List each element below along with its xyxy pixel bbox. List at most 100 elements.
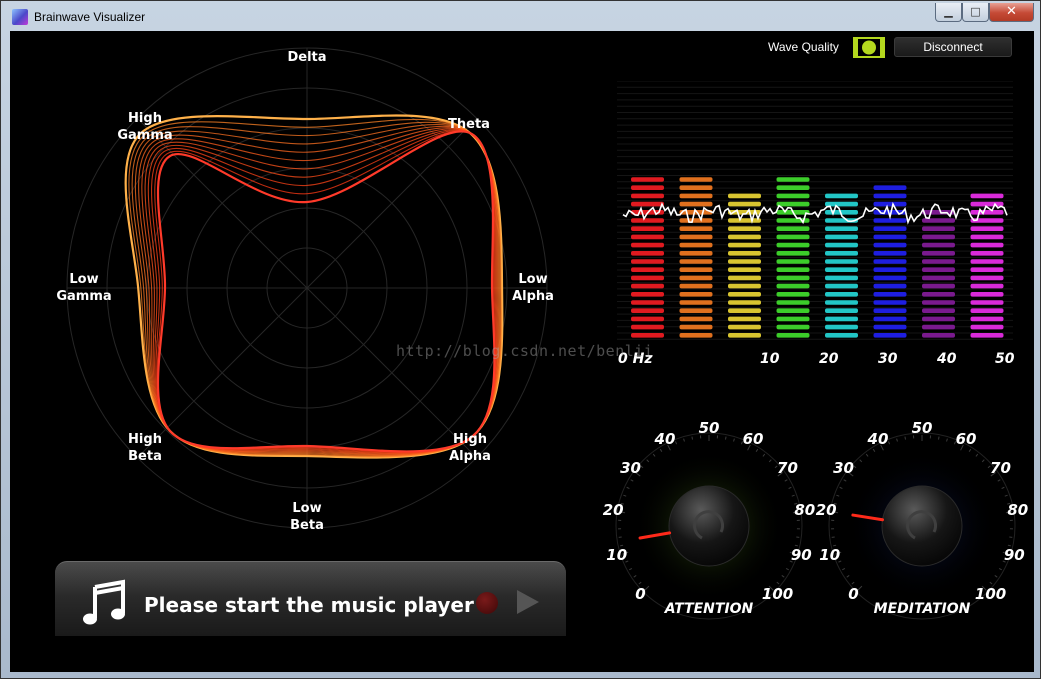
spectrum-bar-segment bbox=[679, 185, 713, 190]
spectrum-bar-segment bbox=[631, 259, 664, 264]
spectrum-bar-segment bbox=[825, 275, 858, 281]
spectrum-bar-segment bbox=[776, 333, 810, 338]
freq-label-20: 20 bbox=[819, 351, 839, 367]
radar-label-high-beta: High Beta bbox=[100, 431, 190, 465]
spectrum-bar-segment bbox=[873, 185, 907, 190]
spectrum-bar-7 bbox=[922, 210, 955, 338]
spectrum-bar-segment bbox=[728, 201, 761, 207]
attention-title: ATTENTION bbox=[664, 601, 754, 617]
spectrum-bar-segment bbox=[679, 226, 713, 231]
spectrum-bar-segment bbox=[679, 300, 713, 305]
meditation-tick-label: 50 bbox=[911, 419, 933, 437]
attention-tick-mark bbox=[781, 575, 785, 578]
play-button[interactable] bbox=[517, 590, 539, 614]
freq-label-40: 40 bbox=[937, 351, 957, 367]
spectrum-bar-segment bbox=[776, 267, 810, 272]
meditation-tick-mark bbox=[994, 575, 998, 578]
attention-tick-label: 60 bbox=[742, 429, 764, 448]
meditation-tick-mark bbox=[1004, 494, 1008, 497]
label-theta: Theta bbox=[448, 117, 490, 132]
spectrum-bar-segment bbox=[679, 292, 713, 297]
app-window: Brainwave Visualizer ▁ □ ✕ Delta Theta L… bbox=[0, 0, 1041, 679]
spectrum-bar-segment bbox=[728, 193, 761, 199]
spectrum-bar-segment bbox=[776, 226, 810, 231]
spectrum-bar-segment bbox=[679, 259, 713, 264]
spectrum-bar-segment bbox=[922, 251, 955, 256]
spectrum-bar-segment bbox=[825, 316, 858, 322]
attention-tick-mark bbox=[683, 438, 685, 442]
spectrum-bar-segment bbox=[825, 308, 858, 313]
radar-label-high-alpha: High Alpha bbox=[425, 431, 515, 465]
label-beta: Beta bbox=[290, 518, 324, 533]
meditation-tick-mark bbox=[937, 436, 940, 440]
spectrum-bar-segment bbox=[873, 267, 907, 272]
spectrum-bar-segment bbox=[970, 193, 1004, 199]
spectrum-bar-segment bbox=[631, 333, 664, 338]
spectrum-bar-segment bbox=[873, 259, 907, 264]
attention-knob bbox=[668, 485, 750, 567]
wave-quality-label: Wave Quality bbox=[768, 40, 839, 54]
spectrum-bar-segment bbox=[631, 242, 664, 248]
title-bar[interactable]: Brainwave Visualizer ▁ □ ✕ bbox=[1, 1, 1041, 31]
spectrum-bar-segment bbox=[970, 226, 1004, 231]
spectrum-bar-segment bbox=[728, 259, 761, 264]
signal-quality-icon bbox=[853, 37, 885, 58]
attention-tick-label: 0 bbox=[635, 584, 646, 603]
maximize-button[interactable]: □ bbox=[962, 3, 989, 22]
label-low: Low bbox=[69, 272, 99, 287]
spectrum-bar-segment bbox=[776, 193, 810, 199]
attention-tick-mark bbox=[785, 567, 789, 571]
music-note-icon bbox=[83, 579, 125, 625]
spectrum-bar-segment bbox=[776, 201, 810, 207]
spectrum-bar-segment bbox=[825, 234, 858, 240]
record-button[interactable] bbox=[476, 592, 498, 614]
meditation-tick-label: 10 bbox=[819, 545, 841, 564]
spectrum-bar-segment bbox=[873, 275, 907, 281]
label-alpha: Alpha bbox=[449, 449, 491, 464]
meditation-tick-mark bbox=[872, 448, 876, 452]
freq-label-50: 50 bbox=[995, 351, 1015, 367]
spectrum-bar-segment bbox=[922, 267, 955, 272]
spectrum-bar-segment bbox=[825, 333, 858, 338]
spectrum-bar-segment bbox=[970, 316, 1004, 322]
attention-tick-label: 40 bbox=[654, 429, 676, 448]
meditation-title: MEDITATION bbox=[873, 601, 971, 617]
minimize-button[interactable]: ▁ bbox=[935, 3, 962, 22]
radar-curve bbox=[156, 130, 496, 453]
spectrum-bar-segment bbox=[631, 251, 664, 256]
disconnect-button[interactable]: Disconnect bbox=[894, 37, 1012, 57]
attention-tick-label: 20 bbox=[602, 500, 624, 519]
attention-tick-mark bbox=[659, 448, 663, 452]
spectrum-bar-segment bbox=[873, 300, 907, 305]
spectrum-bar-segment bbox=[776, 324, 810, 330]
attention-tick-mark bbox=[652, 453, 656, 457]
spectrum-bar-segment bbox=[970, 308, 1004, 313]
spectrum-bar-segment bbox=[825, 292, 858, 297]
meditation-tick-label: 60 bbox=[955, 429, 977, 448]
meditation-tick-mark bbox=[904, 436, 907, 440]
attention-tick-mark bbox=[623, 494, 627, 497]
spectrum-bar-segment bbox=[631, 234, 664, 240]
meditation-gauge: 0 10 20 30 40 50 60 70 80 90 100 MEDITATION bbox=[816, 401, 1028, 641]
attention-tick-label: 30 bbox=[620, 458, 641, 477]
music-status-text: Please start the music player bbox=[144, 593, 474, 617]
spectrum-bar-segment bbox=[728, 292, 761, 297]
meditation-tick-mark bbox=[1001, 486, 1005, 489]
spectrum-bar-segment bbox=[922, 283, 955, 289]
spectrum-bar-segment bbox=[873, 316, 907, 322]
spectrum-bar-segment bbox=[631, 283, 664, 289]
meditation-tick-label: 20 bbox=[815, 500, 837, 519]
close-button[interactable]: ✕ bbox=[989, 3, 1034, 22]
spectrum-bar-segment bbox=[825, 324, 858, 330]
meditation-tick-mark bbox=[843, 479, 847, 482]
spectrum-bar-segment bbox=[776, 177, 810, 182]
spectrum-bar-segment bbox=[873, 193, 907, 199]
attention-tick-mark bbox=[762, 453, 766, 457]
spectrum-bar-segment bbox=[922, 226, 955, 231]
spectrum-bar-segment bbox=[922, 259, 955, 264]
attention-tick-mark bbox=[784, 479, 788, 482]
meditation-knob bbox=[881, 485, 963, 567]
attention-tick-label: 10 bbox=[606, 545, 628, 564]
spectrum-bar-segment bbox=[728, 324, 761, 330]
label-beta: Beta bbox=[128, 449, 162, 464]
